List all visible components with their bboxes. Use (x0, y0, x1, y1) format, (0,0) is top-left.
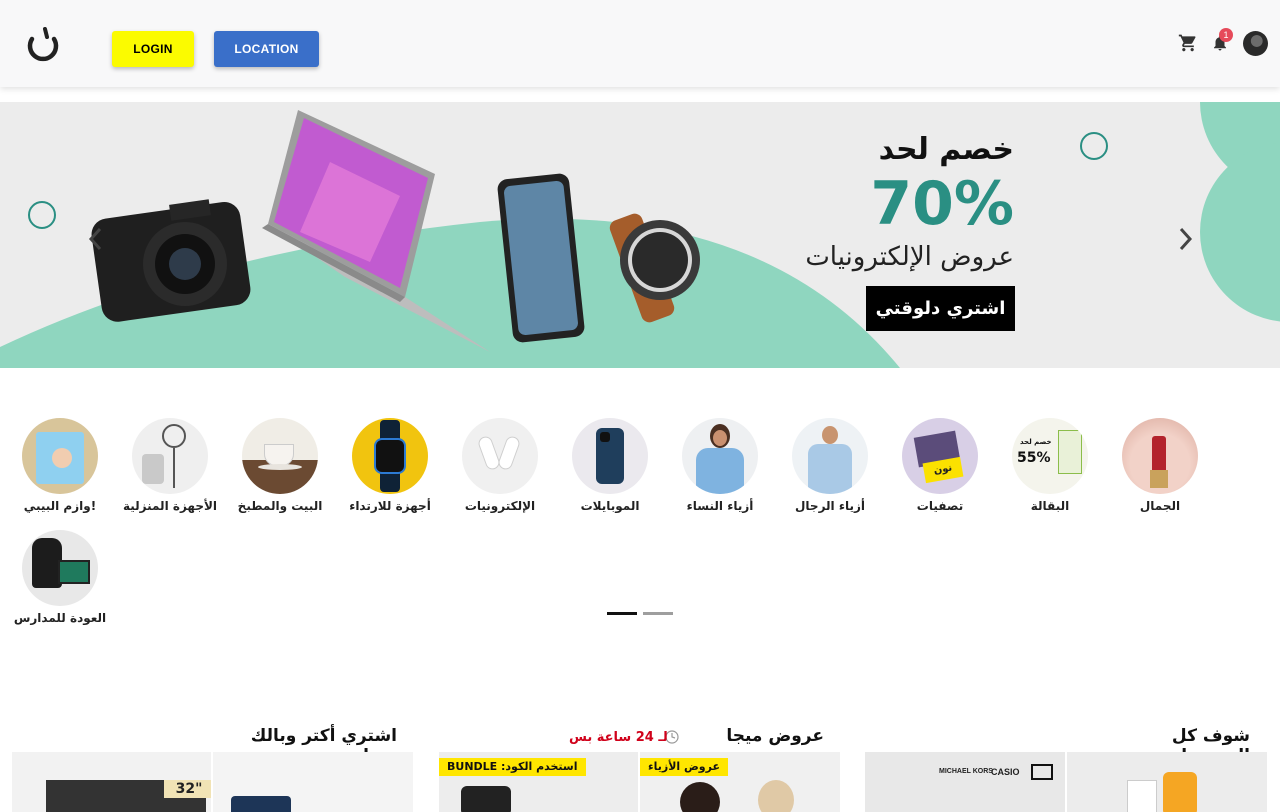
top-header: LOGIN LOCATION 1 (0, 0, 1280, 87)
hero-line-1: خصم لحد (878, 132, 1014, 167)
category-label: الجمال (1139, 499, 1181, 513)
category-image (1122, 418, 1198, 494)
category-home-appliances[interactable]: الأجهزة المنزلية (120, 418, 220, 513)
category-image (242, 418, 318, 494)
category-label: البقالة (1030, 499, 1070, 513)
chevron-left-icon[interactable] (86, 226, 104, 252)
category-label: !وازم البيبي (23, 499, 97, 513)
hero-banner[interactable]: خصم لحد 70% عروض الإلكترونيات اشتري دلوق… (0, 102, 1280, 368)
deal-tile-beauty[interactable] (1067, 752, 1267, 812)
fashion-tag: عروض الأزياء (640, 758, 728, 776)
location-button[interactable]: LOCATION (214, 31, 319, 67)
deal-tile-fashion[interactable]: عروض الأزياء (640, 752, 840, 812)
carousel-dot-active[interactable] (607, 612, 637, 615)
category-label: الموبايلات (580, 499, 640, 513)
shop-now-button[interactable]: اشتري دلوقتي (866, 286, 1015, 331)
category-image (352, 418, 428, 494)
category-men-fashion[interactable]: أزياء الرجال (780, 418, 880, 513)
category-label: البيت والمطبخ (237, 499, 323, 513)
category-label: تصفيات (916, 499, 964, 513)
category-back-to-school[interactable]: العودة للمدارس (10, 530, 110, 625)
hero-line-3: عروض الإلكترونيات (805, 242, 1014, 272)
hero-background (0, 102, 1280, 368)
category-clearance[interactable]: نون تصفيات (890, 418, 990, 513)
category-electronics[interactable]: الإلكترونيات (450, 418, 550, 513)
category-beauty[interactable]: الجمال (1110, 418, 1210, 513)
category-baby[interactable]: !وازم البيبي (10, 418, 110, 513)
category-label: أزياء النساء (686, 499, 754, 513)
notification-badge: 1 (1219, 28, 1233, 42)
category-label: الأجهزة المنزلية (122, 499, 218, 513)
category-label: الإلكترونيات (464, 499, 536, 513)
deal-tile-brands[interactable]: MICHAEL KORS CASIO (865, 752, 1065, 812)
category-grocery[interactable]: خصم لحد 55% البقالة (1000, 418, 1100, 513)
category-image (132, 418, 208, 494)
deal-timer: لـ 24 ساعة بس (569, 730, 668, 745)
grocery-promo-value: 55% (1017, 450, 1051, 466)
category-mobiles[interactable]: الموبايلات (560, 418, 660, 513)
hero-headline: خصم لحد 70% عروض الإلكترونيات (805, 130, 1014, 274)
category-label: أزياء الرجال (795, 499, 865, 513)
category-image (572, 418, 648, 494)
grocery-promo-text: خصم لحد (1020, 438, 1052, 446)
category-image: نون (902, 418, 978, 494)
deal-tile-bundle[interactable]: استخدم الكود: BUNDLE (439, 752, 638, 812)
category-label: أجهزة للارتداء (349, 499, 431, 513)
noon-logo-icon[interactable] (24, 27, 62, 63)
carousel-dot[interactable] (643, 612, 673, 615)
category-image (462, 418, 538, 494)
brand-casio: CASIO (991, 767, 1020, 777)
hero-discount: 70% (870, 169, 1014, 239)
category-wearables[interactable]: أجهزة للارتداء (340, 418, 440, 513)
avatar[interactable] (1243, 31, 1268, 56)
deal-tile-2[interactable] (213, 752, 413, 812)
category-image (22, 418, 98, 494)
category-image (792, 418, 868, 494)
cart-icon[interactable] (1178, 33, 1198, 53)
chevron-right-icon[interactable] (1177, 226, 1195, 252)
category-image: خصم لحد 55% (1012, 418, 1088, 494)
category-image (682, 418, 758, 494)
bundle-tag: استخدم الكود: BUNDLE (439, 758, 586, 776)
category-image (22, 530, 98, 606)
brand-michael-kors: MICHAEL KORS (939, 768, 993, 775)
camera-image (91, 199, 251, 322)
category-women-fashion[interactable]: أزياء النساء (670, 418, 770, 513)
deal-tile-tv[interactable]: 32" (12, 752, 211, 812)
category-home-kitchen[interactable]: البيت والمطبخ (230, 418, 330, 513)
login-button[interactable]: LOGIN (112, 31, 194, 67)
tv-size-label: 32" (164, 780, 211, 798)
category-label: العودة للمدارس (13, 611, 107, 625)
